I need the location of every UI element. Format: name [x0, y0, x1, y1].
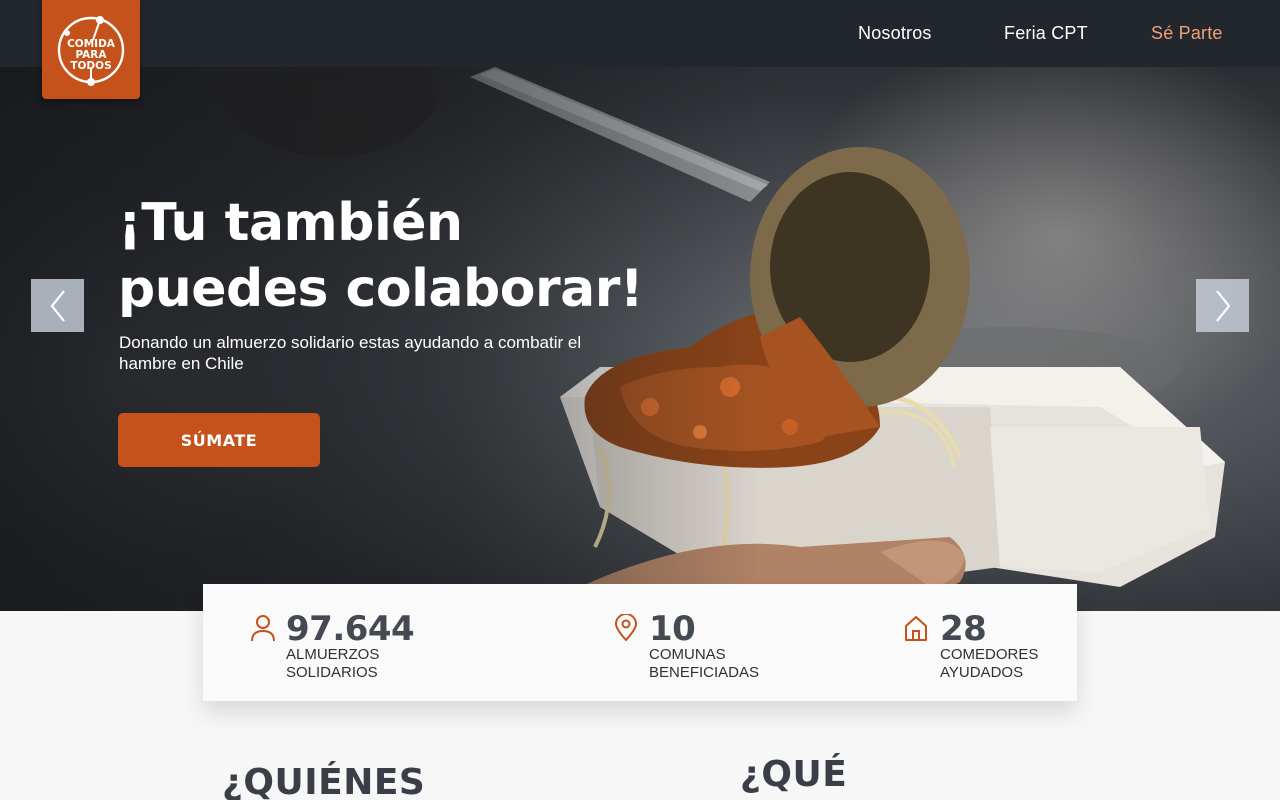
- what-section-title: ¿QUÉ: [740, 754, 848, 795]
- impact-stats-card: 97.644 ALMUERZOS SOLIDARIOS 10 COMUNAS B…: [203, 584, 1077, 701]
- hero-headline-line-1: ¡Tu también: [118, 193, 463, 253]
- logo-word-3: TODOS: [70, 60, 111, 72]
- stat-communes-label: COMUNAS BENEFICIADAS: [649, 646, 809, 682]
- stat-lunches-value: 97.644: [286, 609, 415, 649]
- join-button[interactable]: SÚMATE: [118, 413, 320, 467]
- stat-dining-rooms-label-line-2: AYUDADOS: [940, 664, 1024, 681]
- brand-logo[interactable]: COMIDA PARA TODOS: [42, 0, 140, 99]
- stat-lunches-label-line-2: SOLIDARIOS: [286, 664, 378, 681]
- home-icon: [905, 616, 927, 641]
- who-section-title: ¿QUIÉNES: [222, 762, 426, 800]
- nav-link-nosotros[interactable]: Nosotros: [858, 0, 932, 67]
- person-icon: [251, 615, 275, 642]
- stat-communes-value: 10: [649, 609, 696, 649]
- chevron-right-icon: [1215, 289, 1230, 322]
- map-pin-icon: [614, 614, 638, 642]
- nav-link-se-parte[interactable]: Sé Parte: [1151, 0, 1223, 67]
- stat-lunches-label: ALMUERZOS SOLIDARIOS: [286, 646, 446, 682]
- stat-dining-rooms-label-line-1: COMEDORES: [940, 646, 1039, 663]
- hero-subtitle: Donando un almuerzo solidario estas ayud…: [119, 333, 582, 373]
- hero-headline: ¡Tu también puedes colaborar!: [118, 190, 678, 322]
- stat-communes-label-line-1: COMUNAS: [649, 646, 726, 663]
- top-navigation-bar: Nosotros Feria CPT Sé Parte: [0, 0, 1280, 67]
- stat-communes-label-line-2: BENEFICIADAS: [649, 664, 760, 681]
- stat-dining-rooms-label: COMEDORES AYUDADOS: [940, 646, 1100, 682]
- stat-lunches-label-line-1: ALMUERZOS: [286, 646, 380, 663]
- hero-headline-line-2: puedes colaborar!: [118, 259, 644, 319]
- logo-emblem-icon: COMIDA PARA TODOS: [57, 15, 125, 86]
- carousel-next-button[interactable]: [1196, 279, 1249, 332]
- nav-link-feria-cpt[interactable]: Feria CPT: [1004, 0, 1088, 67]
- stat-dining-rooms-value: 28: [940, 609, 987, 649]
- chevron-left-icon: [50, 289, 65, 322]
- carousel-prev-button[interactable]: [31, 279, 84, 332]
